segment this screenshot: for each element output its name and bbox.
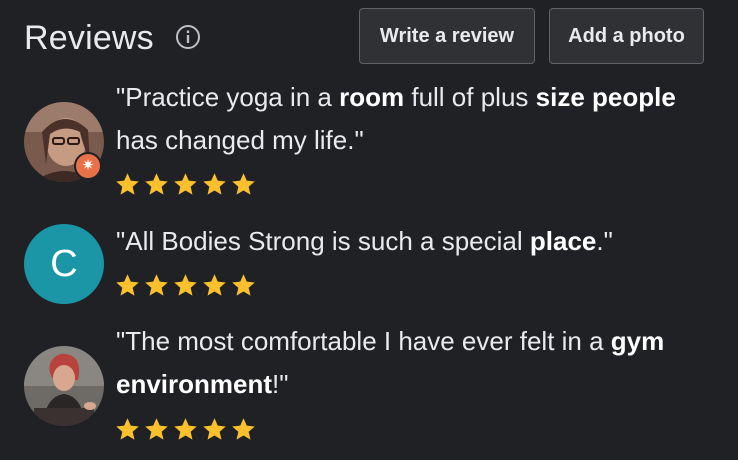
quote-text: "The most comfortable I have ever felt i…: [116, 326, 611, 356]
avatar-letter: C: [50, 243, 78, 285]
local-guide-star-icon: ✷: [74, 152, 102, 180]
review-quote: "The most comfortable I have ever felt i…: [116, 320, 716, 406]
quote-text: full of plus: [404, 82, 536, 112]
star-icon: [174, 418, 197, 440]
reviewer-avatar[interactable]: [24, 346, 104, 426]
star-icon: [116, 173, 139, 195]
star-icon: [174, 274, 197, 296]
reviews-header: Reviews Write a review Add a photo: [0, 0, 738, 80]
star-icon: [116, 418, 139, 440]
star-rating: [114, 416, 257, 444]
review-quote: "Practice yoga in a room full of plus si…: [116, 76, 716, 162]
star-icon: [174, 173, 197, 195]
star-rating: [114, 171, 257, 199]
star-icon: [203, 418, 226, 440]
quote-text: .": [596, 226, 613, 256]
highlighted-keyword: room: [339, 82, 405, 112]
add-photo-button[interactable]: Add a photo: [549, 8, 704, 64]
quote-text: "Practice yoga in a: [116, 82, 340, 112]
star-icon: [232, 173, 255, 195]
star-icon: [203, 274, 226, 296]
star-icon: [145, 418, 168, 440]
highlighted-keyword: place: [529, 226, 597, 256]
write-review-button[interactable]: Write a review: [359, 8, 535, 64]
star-icon: [232, 418, 255, 440]
star-icon: [232, 274, 255, 296]
star-icon: [145, 173, 168, 195]
star-icon: [203, 173, 226, 195]
quote-text: "All Bodies Strong is such a special: [116, 226, 530, 256]
star-rating: [114, 272, 257, 300]
quote-text: !": [272, 369, 289, 399]
section-title: Reviews: [24, 19, 154, 57]
star-icon: [145, 274, 168, 296]
highlighted-keyword: size people: [535, 82, 676, 112]
quote-text: has changed my life.": [116, 125, 364, 155]
reviewer-avatar[interactable]: C: [24, 224, 104, 304]
star-icon: [116, 274, 139, 296]
review-quote: "All Bodies Strong is such a special pla…: [116, 220, 716, 263]
info-icon[interactable]: [175, 24, 201, 50]
